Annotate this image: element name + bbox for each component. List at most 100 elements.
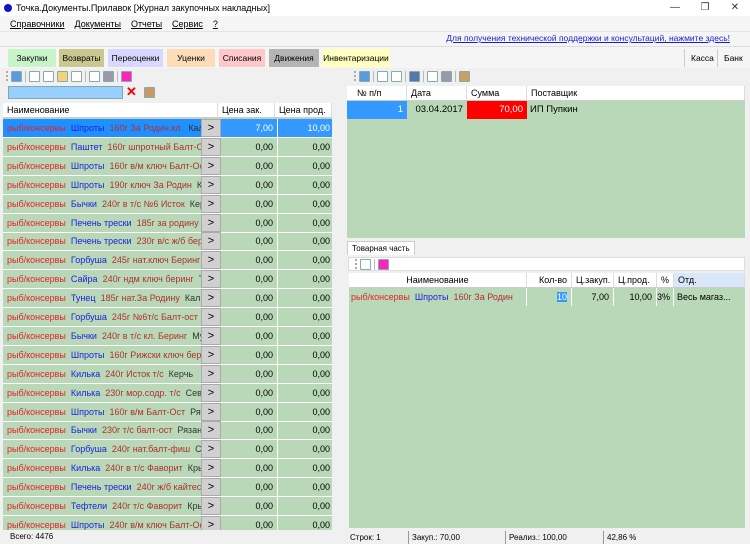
- col-number[interactable]: № п/п: [347, 86, 407, 100]
- product-row[interactable]: рыб/консервы Горбуша 245г нат.ключ Берин…: [3, 251, 332, 271]
- product-row[interactable]: рыб/консервы Шпроты 160г в/м Балт-Ост Ря…: [3, 402, 332, 422]
- product-row[interactable]: рыб/консервы Бычки 240г в т/с кл. Беринг…: [3, 326, 332, 346]
- add-to-invoice-button[interactable]: >: [201, 421, 221, 440]
- refresh-icon[interactable]: [359, 70, 370, 82]
- bank-button[interactable]: Банк: [717, 49, 749, 67]
- product-row[interactable]: рыб/консервы Килька 240г в т/с Фаворит К…: [3, 459, 332, 479]
- product-row[interactable]: рыб/консервы Тефтели 240г т/с Фаворит Кр…: [3, 497, 332, 516]
- print-dropdown-icon[interactable]: [441, 70, 452, 82]
- add-to-invoice-button[interactable]: >: [201, 137, 221, 156]
- col-sell[interactable]: Ц.прод.: [614, 273, 657, 287]
- product-row[interactable]: рыб/консервы Шпроты 160г в/м ключ Балт-О…: [3, 156, 332, 176]
- product-row[interactable]: рыб/консервы Шпроты 160г За Родин.кл. Ка…: [3, 119, 332, 138]
- product-row[interactable]: рыб/консервы Горбуша 245г №6т/с Балт-ост…: [3, 308, 332, 327]
- tab-movements[interactable]: Движения: [269, 49, 319, 67]
- col-supplier[interactable]: Поставщик: [527, 86, 745, 100]
- goods-row[interactable]: рыб/консервы Шпроты 160г За Родин 10 7,0…: [349, 288, 745, 306]
- add-to-invoice-button[interactable]: >: [201, 364, 221, 383]
- stamp-dropdown-icon[interactable]: [459, 70, 470, 82]
- print-icon[interactable]: [103, 70, 114, 82]
- close-button[interactable]: ✕: [720, 0, 750, 16]
- add-to-invoice-button[interactable]: >: [201, 213, 221, 232]
- col-date[interactable]: Дата: [407, 86, 467, 100]
- delete-icon[interactable]: [71, 70, 82, 82]
- tab-markdowns[interactable]: Уценки: [167, 49, 215, 67]
- col-buy-price[interactable]: Цена зак.: [218, 103, 275, 117]
- product-row[interactable]: рыб/консервы Печень трески 240г ж/б кайт…: [3, 478, 332, 498]
- menu-service[interactable]: Сервис: [172, 19, 203, 29]
- product-row[interactable]: рыб/консервы Килька 240г Исток т/с Керчь…: [3, 364, 332, 384]
- tab-revaluations[interactable]: Переоценки: [108, 49, 163, 67]
- tab-writeoffs[interactable]: Списания: [219, 49, 265, 67]
- col-sum[interactable]: Сумма: [467, 86, 527, 100]
- add-to-invoice-button[interactable]: >: [201, 156, 221, 175]
- add-to-invoice-button[interactable]: >: [201, 478, 221, 497]
- col-dept[interactable]: Отд.: [674, 273, 745, 287]
- product-row[interactable]: рыб/консервы Тунец 185г нат.За Родину Ка…: [3, 289, 332, 309]
- edit-icon[interactable]: [57, 70, 68, 82]
- add-to-invoice-button[interactable]: >: [201, 402, 221, 421]
- add-to-invoice-button[interactable]: >: [201, 232, 221, 251]
- tab-returns[interactable]: Возвраты: [59, 49, 104, 67]
- product-row[interactable]: рыб/консервы Паштет 160г шпротный Балт-О…: [3, 137, 332, 157]
- product-row[interactable]: рыб/консервы Сайра 240г ндм ключ беринг …: [3, 270, 332, 290]
- calendar-icon[interactable]: [378, 258, 389, 270]
- tab-inventory[interactable]: Инвентаризации: [322, 49, 390, 67]
- product-row[interactable]: рыб/консервы Шпроты 240г в/м ключ Балт-О…: [3, 515, 332, 530]
- product-row[interactable]: рыб/консервы Бычки 240г в т/с №6 Исток К…: [3, 194, 332, 214]
- add-to-invoice-button[interactable]: >: [201, 251, 221, 270]
- clear-filter-icon[interactable]: ✕: [126, 84, 137, 100]
- add-to-invoice-button[interactable]: >: [201, 515, 221, 530]
- add-icon[interactable]: [377, 70, 388, 82]
- product-row[interactable]: рыб/консервы Печень трески 230г в/с ж/б …: [3, 232, 332, 252]
- products-scrollbar[interactable]: [332, 103, 345, 530]
- add-to-invoice-button[interactable]: >: [201, 308, 221, 326]
- add-icon[interactable]: [29, 70, 40, 82]
- add-to-invoice-button[interactable]: >: [201, 194, 221, 213]
- add-to-invoice-button[interactable]: >: [201, 119, 221, 137]
- add-to-invoice-button[interactable]: >: [201, 440, 221, 459]
- product-row[interactable]: рыб/консервы Бычки 230г т/с балт-ост Ряз…: [3, 421, 332, 441]
- refresh-icon[interactable]: [11, 70, 22, 82]
- search-input[interactable]: [8, 86, 123, 99]
- col-name[interactable]: Наименование: [3, 103, 218, 117]
- menu-documents[interactable]: Документы: [75, 19, 121, 29]
- maximize-button[interactable]: ❐: [690, 0, 720, 16]
- book-icon[interactable]: [409, 70, 420, 82]
- preview-icon[interactable]: [89, 70, 100, 82]
- product-row[interactable]: рыб/консервы Печень трески 185г за родин…: [3, 213, 332, 233]
- add-to-invoice-button[interactable]: >: [201, 497, 221, 515]
- cash-button[interactable]: Касса: [684, 49, 720, 67]
- add-to-invoice-button[interactable]: >: [201, 383, 221, 402]
- add-to-invoice-button[interactable]: >: [201, 345, 221, 364]
- col-percent[interactable]: %: [657, 273, 674, 287]
- copy-icon[interactable]: [43, 70, 54, 82]
- add-to-invoice-button[interactable]: >: [201, 270, 221, 289]
- truck-icon[interactable]: [144, 87, 155, 98]
- minimize-button[interactable]: —: [660, 0, 690, 16]
- add-to-invoice-button[interactable]: >: [201, 289, 221, 308]
- product-row[interactable]: рыб/консервы Шпроты 160г Рижски ключ бер…: [3, 345, 332, 365]
- col-buy[interactable]: Ц.закуп.: [572, 273, 614, 287]
- col-qty[interactable]: Кол-во: [527, 273, 572, 287]
- menu-help[interactable]: ?: [213, 19, 218, 29]
- col-name[interactable]: Наименование: [349, 273, 527, 287]
- add-to-invoice-button[interactable]: >: [201, 175, 221, 194]
- tab-goods[interactable]: Товарная часть: [347, 241, 415, 255]
- product-row[interactable]: рыб/консервы Горбуша 240г нат.балт-фиш С…: [3, 440, 332, 460]
- menu-reports[interactable]: Отчеты: [131, 19, 162, 29]
- product-row[interactable]: рыб/консервы Килька 230г мор.содр. т/с С…: [3, 383, 332, 403]
- delete-icon[interactable]: [391, 70, 402, 82]
- preview-dropdown-icon[interactable]: [427, 70, 438, 82]
- add-to-invoice-button[interactable]: >: [201, 326, 221, 345]
- qty-input[interactable]: 10: [556, 292, 567, 302]
- menu-references[interactable]: Справочники: [10, 19, 65, 29]
- delete-icon[interactable]: [360, 258, 371, 270]
- journal-row[interactable]: 1 03.04.2017 70,00 ИП Пупкин: [347, 101, 745, 119]
- product-row[interactable]: рыб/консервы Шпроты 190г ключ За Родин К…: [3, 175, 332, 195]
- col-sell-price[interactable]: Цена прод.: [275, 103, 332, 117]
- calendar-icon[interactable]: [121, 70, 132, 82]
- tab-purchases[interactable]: Закупки: [8, 49, 56, 67]
- support-link[interactable]: Для получения технической поддержки и ко…: [446, 33, 730, 43]
- add-to-invoice-button[interactable]: >: [201, 459, 221, 478]
